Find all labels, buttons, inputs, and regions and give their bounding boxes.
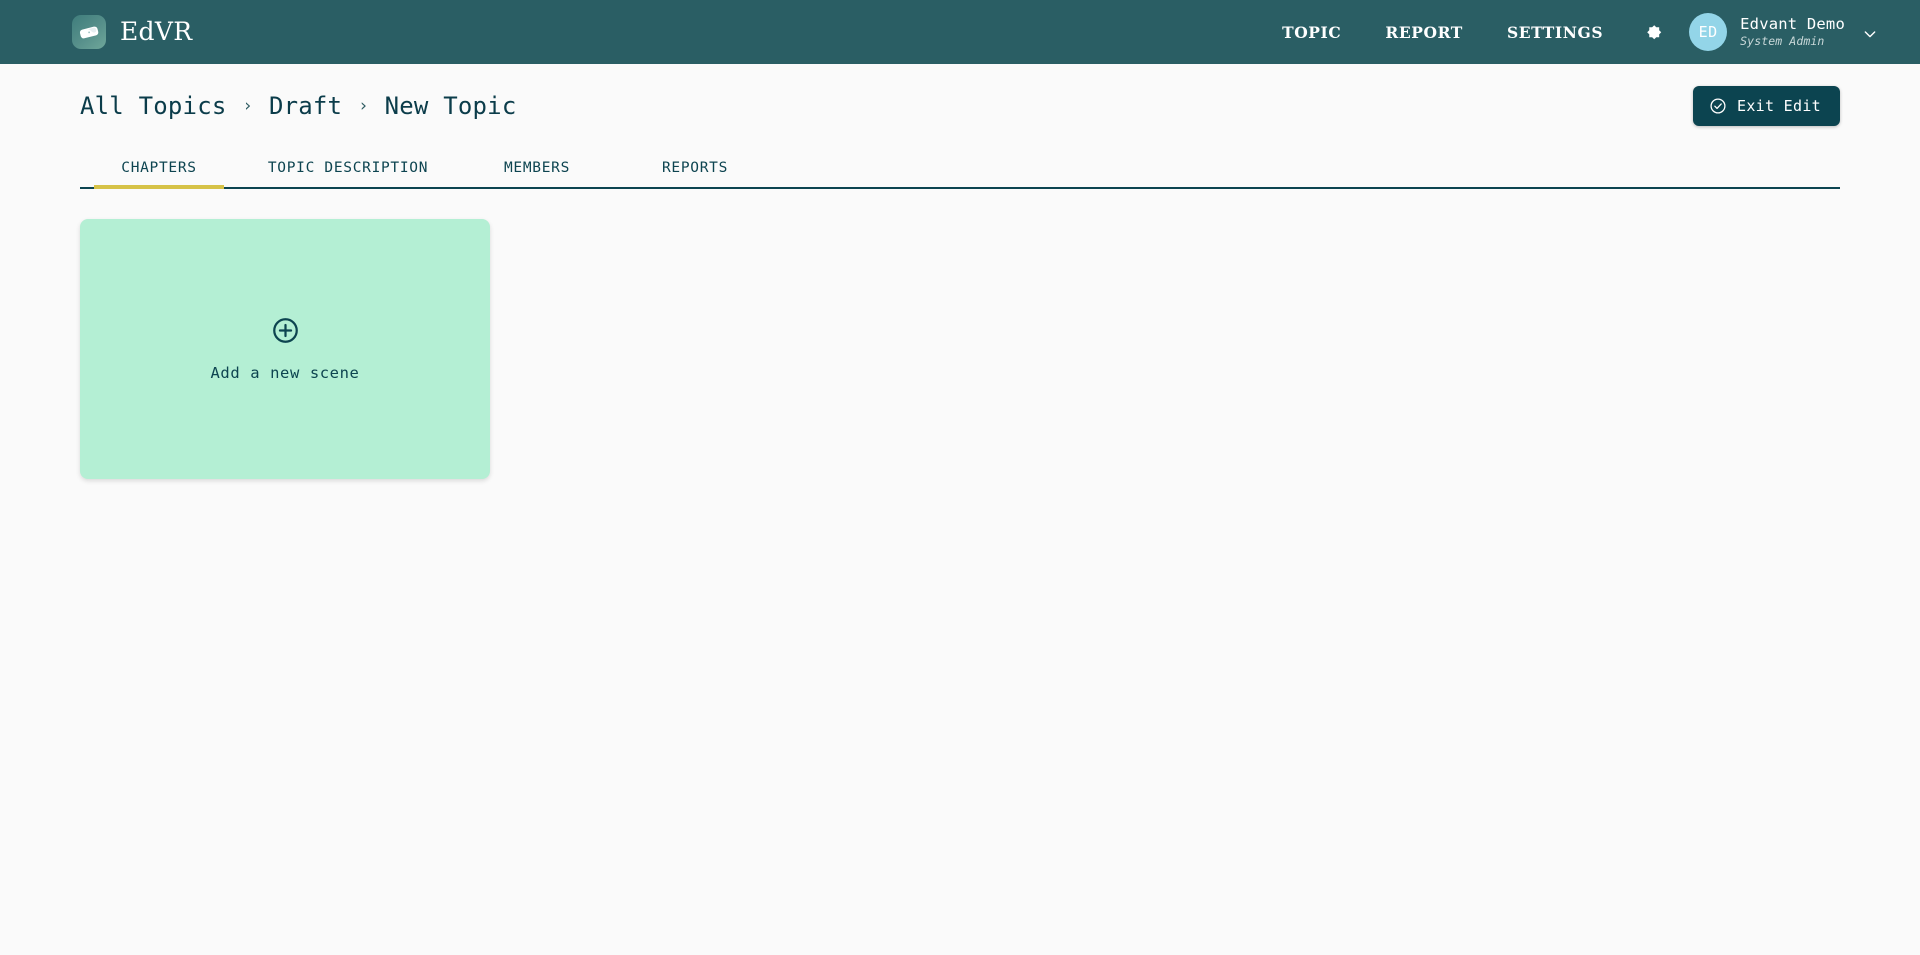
user-name: Edvant Demo [1740, 14, 1845, 33]
exit-edit-button[interactable]: Exit Edit [1693, 85, 1840, 126]
breadcrumb-separator: › [242, 95, 253, 116]
tab-chapters[interactable]: CHAPTERS [80, 160, 238, 189]
breadcrumb: All Topics › Draft › New Topic [80, 92, 516, 120]
brightness-dark-mode-icon[interactable] [1637, 15, 1671, 49]
nav-link-topic[interactable]: TOPIC [1282, 23, 1341, 42]
user-text: Edvant Demo System Admin [1740, 14, 1845, 48]
breadcrumb-item-new-topic: New Topic [384, 91, 517, 120]
tab-members[interactable]: MEMBERS [458, 160, 616, 187]
nav-link-report[interactable]: REPORT [1385, 23, 1463, 42]
user-menu[interactable]: ED Edvant Demo System Admin [1689, 13, 1878, 51]
nav-link-settings[interactable]: SETTINGS [1507, 23, 1603, 42]
vr-goggles-icon [72, 15, 106, 49]
tabs-bar: CHAPTERS TOPIC DESCRIPTION MEMBERS REPOR… [80, 147, 1840, 189]
page-body: All Topics › Draft › New Topic Exit Edit… [0, 64, 1920, 479]
add-new-scene-label: Add a new scene [210, 364, 360, 382]
tab-reports[interactable]: REPORTS [616, 160, 774, 187]
breadcrumb-separator: › [358, 95, 369, 116]
main-nav: TOPIC REPORT SETTINGS [1282, 23, 1603, 42]
user-role: System Admin [1740, 33, 1825, 48]
breadcrumb-item-draft[interactable]: Draft [269, 92, 342, 120]
avatar: ED [1689, 13, 1728, 51]
breadcrumb-item-all-topics[interactable]: All Topics [80, 92, 227, 120]
add-new-scene-card[interactable]: Add a new scene [80, 219, 490, 479]
check-circle-icon [1709, 97, 1727, 115]
scenes-grid: Add a new scene [80, 189, 1840, 479]
chevron-down-icon[interactable] [1862, 26, 1878, 42]
page-top-row: All Topics › Draft › New Topic Exit Edit [80, 64, 1840, 147]
brand-name: EdVR [120, 16, 193, 46]
tab-topic-description[interactable]: TOPIC DESCRIPTION [238, 160, 458, 187]
app-header: EdVR TOPIC REPORT SETTINGS ED Edvant Dem… [0, 0, 1920, 64]
plus-circle-icon [271, 316, 300, 345]
brand-logo-link[interactable]: EdVR [72, 15, 192, 49]
exit-edit-label: Exit Edit [1737, 96, 1821, 115]
